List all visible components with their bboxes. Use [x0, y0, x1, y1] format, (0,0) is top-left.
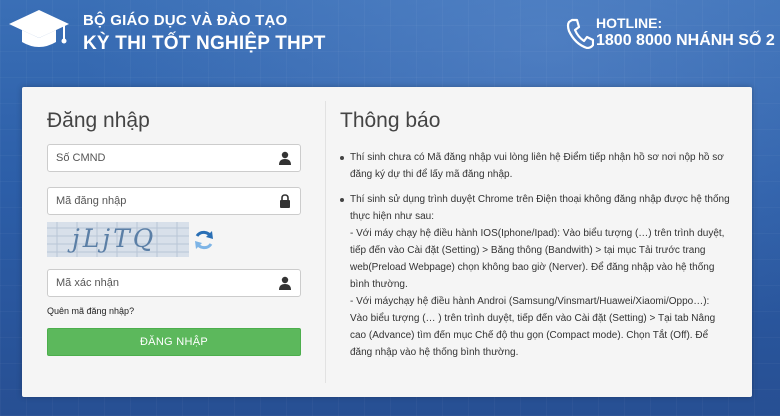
panel-divider [325, 101, 326, 383]
org-name: BỘ GIÁO DỤC VÀ ĐÀO TẠO [83, 12, 288, 29]
hotline-number: 1800 8000 NHÁNH SỐ 2 [596, 32, 775, 49]
notice-item: Thí sinh chưa có Mã đăng nhập vui lòng l… [340, 149, 740, 183]
notice-line: đăng nhập vào hệ thống bình thường. [350, 347, 519, 358]
notice-line: web(Preload Webpage) chọn không bao giờ … [350, 262, 715, 273]
notice-line: Thí sinh sử dụng trình duyệt Chrome trên… [350, 194, 730, 205]
refresh-icon[interactable] [192, 228, 216, 252]
graduation-cap-icon [9, 10, 69, 47]
notice-line: - Với máychạy hệ điều hành Androi (Samsu… [350, 296, 710, 307]
notice-line: Vào biểu tượng (… ) trên trình duyệt, ti… [350, 313, 716, 324]
notice-line: cao (Advance) tìm đến mục Chế độ thu gọn… [350, 330, 709, 341]
id-number-field[interactable] [47, 144, 301, 172]
notice-item: Thí sinh sử dụng trình duyệt Chrome trên… [340, 191, 740, 361]
bullet [340, 198, 344, 202]
captcha-text: jLjTQ [72, 224, 157, 253]
lock-icon [280, 194, 290, 208]
phone-icon [566, 18, 594, 49]
login-code-input[interactable] [48, 188, 276, 214]
hotline: HOTLINE: 1800 8000 NHÁNH SỐ 2 [566, 15, 776, 55]
captcha-image: jLjTQ [47, 222, 189, 257]
login-button[interactable]: ĐĂNG NHẬP [47, 328, 301, 356]
notice-line: thực hiện như sau: [350, 211, 434, 222]
login-code-field[interactable] [47, 187, 301, 215]
notice-line: tiếp đến vào Cài đặt (Setting) > Băng th… [350, 245, 706, 256]
bullet [340, 156, 344, 160]
notice-list: Thí sinh chưa có Mã đăng nhập vui lòng l… [340, 149, 740, 369]
site-header: BỘ GIÁO DỤC VÀ ĐÀO TẠO KỲ THI TỐT NGHIỆP… [0, 0, 780, 80]
login-title: Đăng nhập [47, 109, 150, 132]
captcha-input[interactable] [48, 270, 276, 296]
forgot-code-link[interactable]: Quên mã đăng nhập? [47, 306, 134, 316]
hotline-label: HOTLINE: [596, 15, 663, 31]
notice-line: bình thường. [350, 279, 408, 290]
notice-line: - Với máy chạy hệ điều hành IOS(Iphone/I… [350, 228, 725, 239]
user-icon [279, 151, 291, 165]
user-icon [279, 276, 291, 290]
captcha-field[interactable] [47, 269, 301, 297]
id-number-input[interactable] [48, 145, 276, 171]
notice-title: Thông báo [340, 109, 441, 132]
main-panel: Đăng nhập jLjTQ [22, 87, 752, 397]
notice-line: Thí sinh chưa có Mã đăng nhập vui lòng l… [350, 152, 724, 163]
notice-line: đăng ký dự thi để lấy mã đăng nhập. [350, 169, 513, 180]
exam-name: KỲ THI TỐT NGHIỆP THPT [83, 33, 326, 54]
